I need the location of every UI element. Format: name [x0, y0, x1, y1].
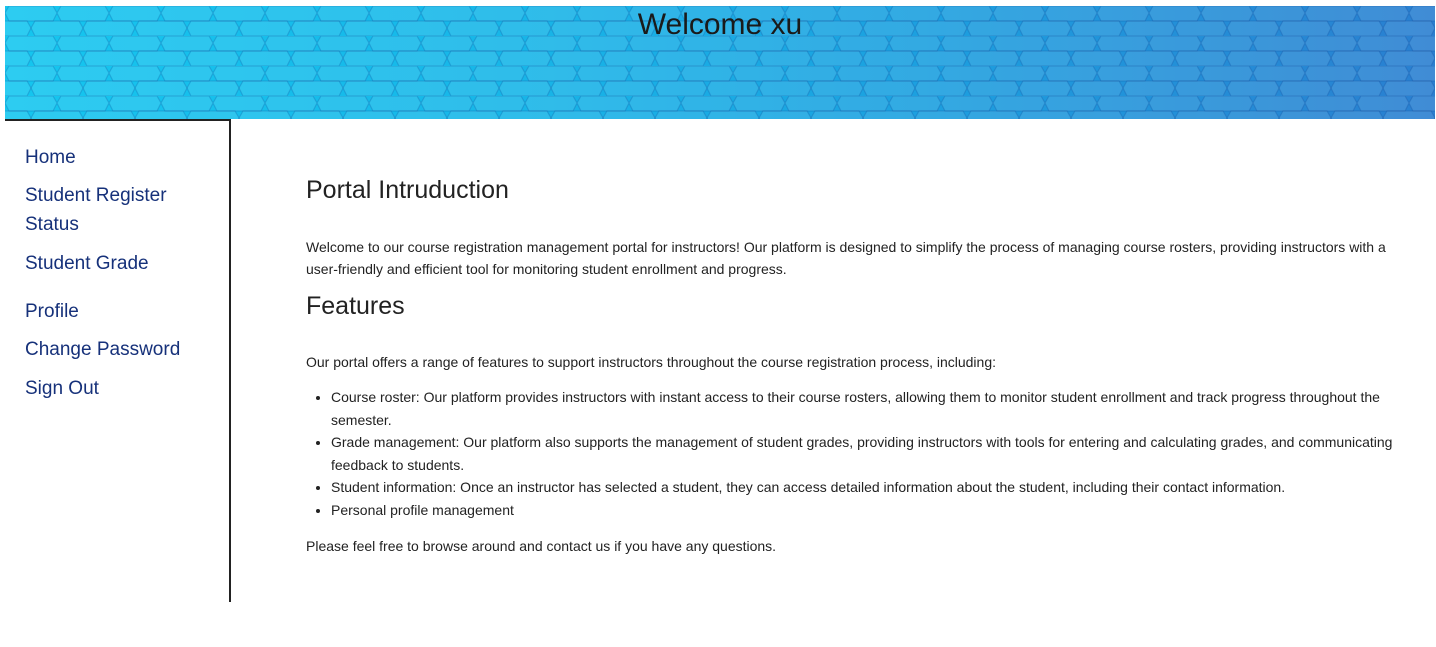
intro-heading: Portal Intruduction — [306, 176, 509, 204]
sidebar-item-home[interactable]: Home — [25, 143, 215, 172]
list-item: Student information: Once an instructor … — [331, 476, 1406, 499]
intro-paragraph: Welcome to our course registration manag… — [306, 239, 1386, 277]
sidebar-item-student-grade[interactable]: Student Grade — [25, 249, 215, 278]
list-item: Course roster: Our platform provides ins… — [331, 386, 1406, 431]
sidebar-item-profile[interactable]: Profile — [25, 297, 215, 326]
list-item: Personal profile management — [331, 499, 1406, 522]
sidebar-item-sign-out[interactable]: Sign Out — [25, 374, 215, 403]
page-title: Welcome xu — [637, 8, 803, 41]
features-intro: Our portal offers a range of features to… — [306, 354, 997, 370]
closing-paragraph: Please feel free to browse around and co… — [306, 538, 777, 554]
sidebar-item-student-register-status[interactable]: Student Register Status — [25, 181, 215, 239]
page: Welcome xu Home Student Register Status … — [0, 0, 1436, 647]
list-item: Grade management: Our platform also supp… — [331, 431, 1406, 476]
sidebar-item-change-password[interactable]: Change Password — [25, 335, 215, 364]
features-heading: Features — [306, 292, 405, 320]
features-list: Course roster: Our platform provides ins… — [306, 386, 1406, 521]
header-banner: Welcome xu — [5, 6, 1435, 119]
sidebar-nav: Home Student Register Status Student Gra… — [5, 119, 231, 602]
